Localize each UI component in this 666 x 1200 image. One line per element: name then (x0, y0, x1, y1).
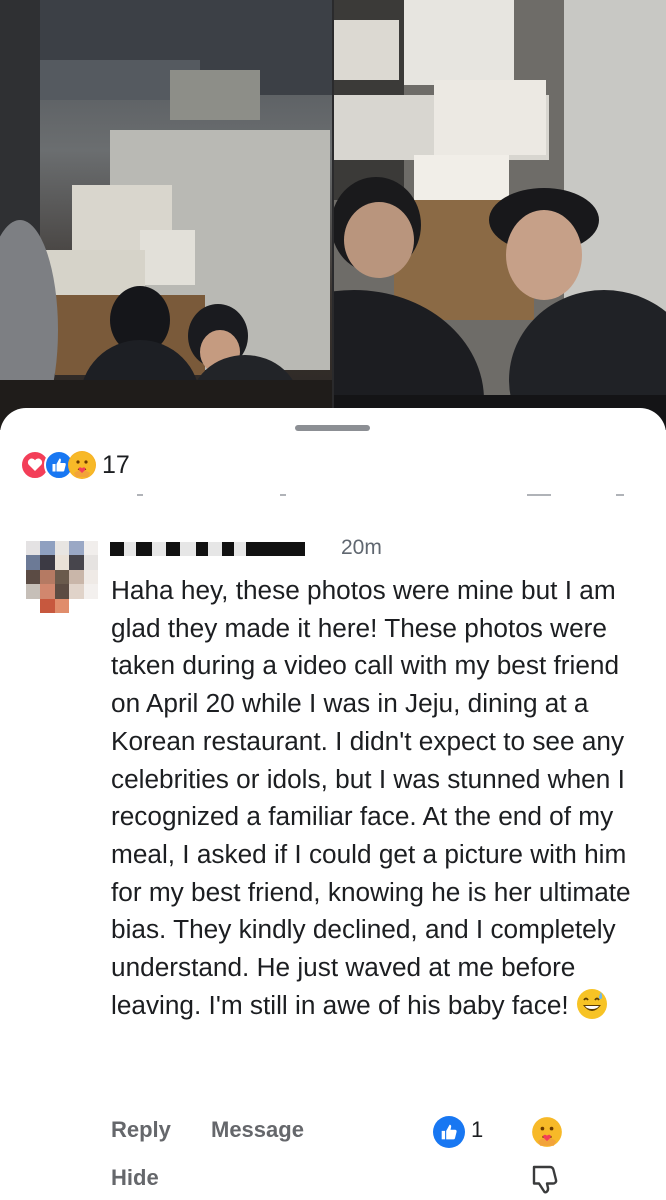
cut-off-row (0, 492, 666, 500)
thumbs-down-icon[interactable] (530, 1163, 560, 1195)
drag-handle[interactable] (295, 425, 370, 431)
message-button[interactable]: Message (211, 1117, 304, 1143)
grinning-sweat-emoji (576, 988, 607, 1019)
left-photo[interactable] (0, 0, 332, 430)
reaction-count: 17 (102, 450, 130, 479)
reply-button[interactable]: Reply (111, 1117, 171, 1143)
comments-sheet: 17 20m Haha hey, these photos were mine … (0, 408, 666, 1200)
hide-button[interactable]: Hide (111, 1165, 159, 1191)
author-name-redacted[interactable] (110, 542, 305, 556)
avatar[interactable] (26, 541, 98, 613)
care-icon (68, 451, 96, 479)
right-photo[interactable] (334, 0, 666, 430)
post-photos (0, 0, 666, 430)
comment-timestamp: 20m (341, 536, 382, 559)
comment-actions: Reply Message 1 (111, 1116, 651, 1148)
reaction-summary[interactable]: 17 (20, 450, 130, 480)
care-reaction-icon[interactable] (531, 1116, 563, 1148)
comment-body: Haha hey, these photos were mine but I a… (111, 572, 651, 1024)
comment-like-count: 1 (471, 1117, 484, 1142)
comment-text: Haha hey, these photos were mine but I a… (111, 575, 631, 1020)
comment-like-icon[interactable] (433, 1116, 465, 1148)
